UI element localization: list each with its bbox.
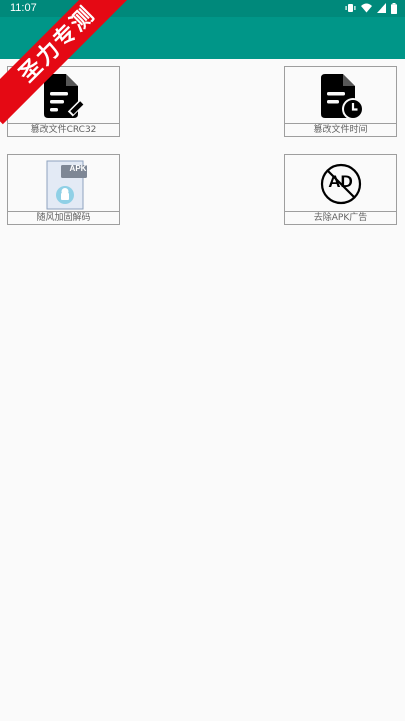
status-icons: [345, 2, 397, 14]
vibrate-icon: [345, 4, 356, 12]
no-ad-icon: AD: [285, 155, 396, 213]
tool-tile-file-time[interactable]: 篡改文件时间: [284, 66, 397, 137]
tool-label: 去除APK广告: [285, 211, 396, 224]
apk-badge-text: APK: [69, 164, 87, 173]
tool-tile-remove-ads[interactable]: AD 去除APK广告: [284, 154, 397, 225]
tool-tile-decode[interactable]: APK 随风加固解码: [7, 154, 120, 225]
ribbon-text: 圣力专测: [0, 0, 138, 125]
battery-icon: [391, 2, 397, 14]
signal-icon: [377, 3, 386, 13]
tool-label: 篡改文件时间: [285, 123, 396, 136]
ad-text: AD: [328, 172, 353, 191]
tool-label: 随风加固解码: [8, 211, 119, 224]
wifi-icon: [361, 3, 372, 13]
file-clock-icon: [285, 67, 396, 125]
watermark-ribbon: 圣力专测: [0, 0, 140, 140]
apk-file-icon: APK: [8, 155, 119, 213]
